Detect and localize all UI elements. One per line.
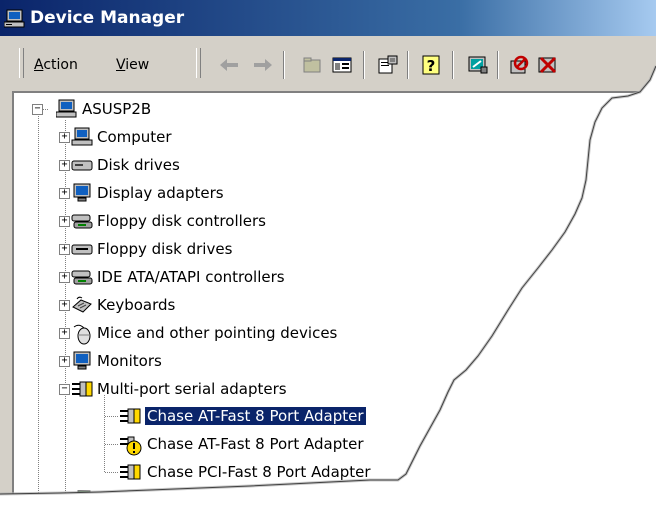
controller-icon [71, 211, 93, 231]
expand-icon[interactable]: + [59, 495, 70, 506]
tree-item-mice[interactable]: + Mice and other pointing devices [55, 322, 415, 346]
category-label: IDE ATA/ATAPI controllers [97, 268, 285, 286]
disk-drive-icon [71, 155, 93, 175]
expand-icon[interactable]: + [59, 132, 70, 143]
monitor-icon [71, 183, 93, 203]
mouse-icon [71, 323, 93, 345]
expand-icon[interactable]: + [59, 272, 70, 283]
tree-root[interactable]: − ASUSP2B [28, 98, 228, 122]
category-label: Floppy disk controllers [97, 212, 266, 230]
device-label: Chase AT-Fast 8 Port Adapter [147, 435, 364, 453]
device-tree-content: − ASUSP2B + Computer + Disk drives + Dis… [0, 0, 656, 494]
category-label: Monitors [97, 352, 162, 370]
floppy-drive-icon [71, 239, 93, 259]
category-label: Display adapters [97, 184, 224, 202]
expand-icon[interactable]: + [59, 300, 70, 311]
expand-icon[interactable]: + [59, 356, 70, 367]
serial-port-icon [71, 379, 93, 399]
device-label: Chase AT-Fast 8 Port Adapter [144, 406, 367, 426]
tree-item-disk-drives[interactable]: + Disk drives [55, 154, 355, 178]
expand-icon[interactable]: + [59, 188, 70, 199]
tree-line [104, 395, 105, 473]
tree-item-multi-port-serial[interactable]: − Multi-port serial adapters [55, 378, 375, 402]
expand-icon[interactable]: + [59, 216, 70, 227]
device-item[interactable]: Chase PCI-Fast 8 Port Adapter [119, 461, 419, 485]
category-label: Multi-port serial adapters [97, 380, 287, 398]
device-item-selected[interactable]: Chase AT-Fast 8 Port Adapter [119, 405, 419, 429]
computer-icon [71, 127, 93, 147]
category-label: Floppy disk drives [97, 240, 233, 258]
category-label: Keyboards [97, 296, 176, 314]
computer-icon [55, 99, 78, 119]
tree-item-floppy-disk-controllers[interactable]: + Floppy disk controllers [55, 210, 355, 234]
category-label: Disk drives [97, 156, 180, 174]
tree-line [38, 116, 39, 494]
device-item-warning[interactable]: Chase AT-Fast 8 Port Adapter [119, 433, 419, 457]
serial-port-icon [119, 462, 141, 482]
tree-line [105, 416, 119, 417]
tree-item-keyboards[interactable]: + Keyboards [55, 294, 355, 318]
network-card-icon [77, 490, 99, 494]
collapse-icon[interactable]: − [32, 104, 43, 115]
keyboard-icon [71, 295, 93, 315]
tree-line [105, 472, 119, 473]
controller-icon [71, 267, 93, 287]
monitor-icon [71, 351, 93, 371]
expand-icon[interactable]: + [59, 244, 70, 255]
tree-item-partial[interactable]: + [55, 489, 115, 506]
expand-icon[interactable]: + [59, 160, 70, 171]
serial-port-warning-icon [119, 434, 142, 456]
root-label: ASUSP2B [82, 100, 152, 118]
tree-item-computer[interactable]: + Computer [55, 126, 355, 150]
tree-item-display-adapters[interactable]: + Display adapters [55, 182, 355, 206]
expand-icon[interactable]: + [59, 328, 70, 339]
category-label: Mice and other pointing devices [97, 324, 338, 342]
tree-line [105, 444, 119, 445]
serial-port-icon [119, 406, 141, 426]
device-label: Chase PCI-Fast 8 Port Adapter [147, 463, 371, 481]
collapse-icon[interactable]: − [59, 384, 70, 395]
category-label: Computer [97, 128, 172, 146]
tree-item-floppy-disk-drives[interactable]: + Floppy disk drives [55, 238, 355, 262]
tree-item-monitors[interactable]: + Monitors [55, 350, 355, 374]
tree-item-ide-controllers[interactable]: + IDE ATA/ATAPI controllers [55, 266, 375, 290]
